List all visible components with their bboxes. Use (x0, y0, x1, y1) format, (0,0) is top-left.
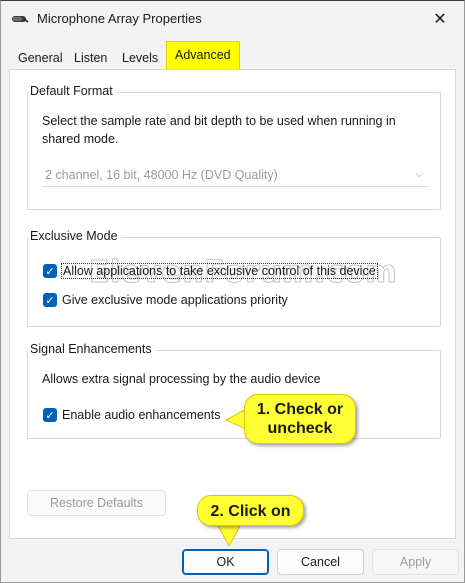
signal-enhancements-description: Allows extra signal processing by the au… (42, 372, 321, 386)
enable-enhancements-checkbox-row[interactable]: ✓ Enable audio enhancements (43, 406, 220, 424)
default-format-group: Default Format (27, 84, 441, 210)
cancel-button[interactable]: Cancel (277, 549, 364, 575)
description-line-2: shared mode. (42, 132, 119, 146)
step-1-line-1: 1. Check or (256, 401, 344, 418)
sample-rate-dropdown[interactable]: 2 channel, 16 bit, 48000 Hz (DVD Quality… (42, 163, 429, 187)
advanced-panel: ElevenForum.com Default Format Select th… (9, 69, 456, 539)
default-format-description: Select the sample rate and bit depth to … (42, 112, 396, 148)
tab-general[interactable]: General (13, 47, 67, 69)
close-icon: ✕ (433, 11, 447, 28)
exclusive-mode-group: Exclusive Mode (27, 229, 441, 327)
enable-enhancements-label[interactable]: Enable audio enhancements (62, 408, 220, 422)
signal-enhancements-title: Signal Enhancements (28, 342, 156, 356)
close-button[interactable]: ✕ (422, 5, 458, 33)
description-line-1: Select the sample rate and bit depth to … (42, 114, 396, 128)
step-1-callout: 1. Check or uncheck (244, 394, 356, 444)
step-1-line-2: uncheck (267, 420, 333, 437)
callout-pointer (216, 524, 242, 548)
title-bar[interactable]: Microphone Array Properties ✕ (1, 1, 464, 39)
ok-button[interactable]: OK (182, 549, 269, 575)
chevron-down-icon: ⌵ (415, 169, 423, 180)
exclusive-priority-checkbox-row[interactable]: ✓ Give exclusive mode applications prior… (43, 291, 288, 309)
exclusive-mode-title: Exclusive Mode (28, 229, 122, 243)
restore-defaults-button[interactable]: Restore Defaults (27, 490, 166, 516)
tab-advanced[interactable]: Advanced (166, 41, 240, 69)
allow-exclusive-checkbox-row[interactable]: ✓ Allow applications to take exclusive c… (43, 262, 378, 280)
tab-listen[interactable]: Listen (69, 47, 112, 69)
apply-button[interactable]: Apply (372, 549, 459, 575)
microphone-icon (12, 16, 29, 23)
default-format-title: Default Format (28, 84, 117, 98)
checkmark-icon[interactable]: ✓ (43, 293, 57, 307)
checkmark-icon[interactable]: ✓ (43, 264, 57, 278)
tab-levels[interactable]: Levels (117, 47, 163, 69)
properties-dialog: Microphone Array Properties ✕ General Li… (0, 0, 465, 583)
step-2-callout: 2. Click on (197, 495, 304, 526)
exclusive-priority-label[interactable]: Give exclusive mode applications priorit… (62, 293, 288, 307)
checkmark-icon[interactable]: ✓ (43, 408, 57, 422)
sample-rate-value: 2 channel, 16 bit, 48000 Hz (DVD Quality… (45, 168, 278, 182)
allow-exclusive-label[interactable]: Allow applications to take exclusive con… (61, 263, 378, 279)
window-title: Microphone Array Properties (37, 11, 202, 26)
